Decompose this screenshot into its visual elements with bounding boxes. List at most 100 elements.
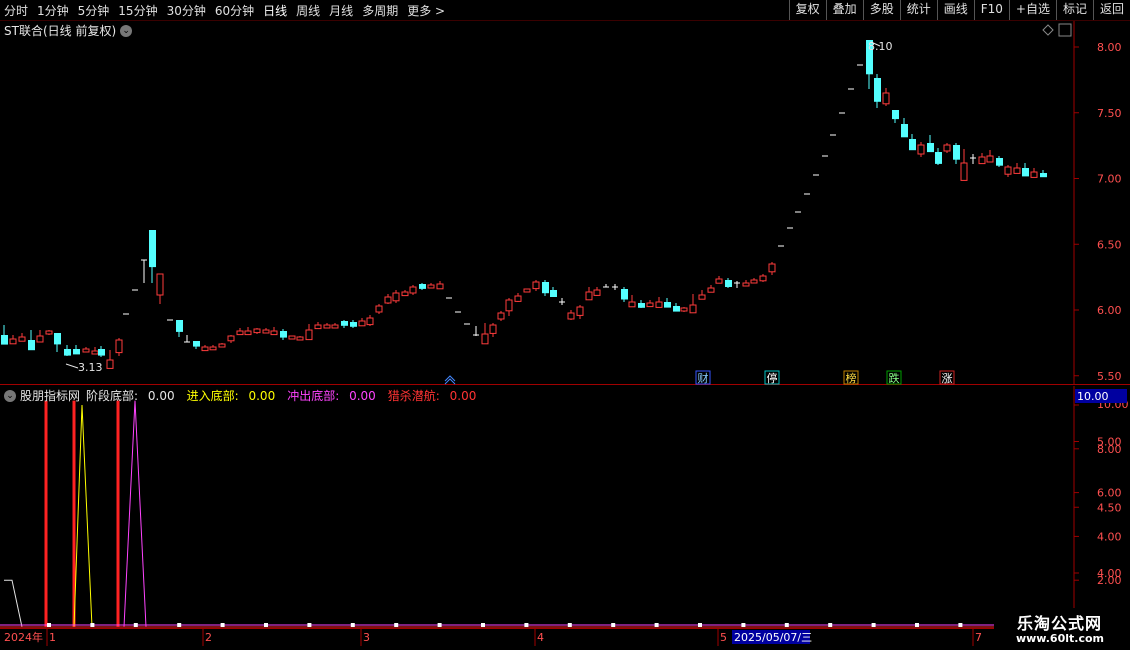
time-dot xyxy=(133,623,138,627)
time-dot xyxy=(220,623,225,627)
candle-body xyxy=(593,289,601,296)
candle-body xyxy=(218,343,226,348)
indicator-item-enter-bottom: 进入底部: 0.00 xyxy=(187,387,282,404)
time-axis-label: 5 xyxy=(720,631,727,644)
candle-body xyxy=(646,302,654,308)
candle-body xyxy=(201,346,209,352)
indicator-menu-icon[interactable]: ⌄ xyxy=(4,389,16,402)
event-marker-label[interactable]: 跌 xyxy=(889,371,900,385)
time-dot xyxy=(350,623,355,627)
candlesticks xyxy=(1,40,1047,369)
candle-body xyxy=(392,292,400,302)
time-dot xyxy=(784,623,789,627)
candle-body xyxy=(106,359,114,369)
candle-body xyxy=(497,312,505,320)
time-dot xyxy=(307,623,312,627)
candle-body xyxy=(673,306,680,312)
item-label: 阶段底部: xyxy=(86,389,139,403)
candle-body xyxy=(270,330,278,336)
time-axis-label: 2 xyxy=(205,631,212,644)
candle-body xyxy=(341,321,348,326)
candle-body xyxy=(419,284,426,289)
candle-body xyxy=(680,307,688,312)
time-dot xyxy=(481,623,485,627)
candle-body xyxy=(350,322,357,327)
candle-body xyxy=(655,301,663,308)
candle-body xyxy=(917,144,925,155)
candle-body xyxy=(98,349,105,356)
candle-body xyxy=(768,263,776,273)
enter-bottom-line xyxy=(73,404,93,628)
time-dot xyxy=(828,623,833,627)
candle-body xyxy=(91,350,99,355)
price-tick-label: 6.00 xyxy=(1097,304,1122,317)
candle-body xyxy=(909,139,916,151)
time-dot xyxy=(958,623,963,627)
time-dot xyxy=(611,623,616,627)
candle-body xyxy=(1,335,8,345)
time-dot xyxy=(394,623,399,627)
candle-body xyxy=(523,288,531,293)
candle-body xyxy=(36,335,44,343)
indicator-item-hunt: 猎杀潜航: 0.00 xyxy=(388,387,483,404)
stock-name-period: ST联合(日线 前复权) xyxy=(4,24,117,38)
candle-body xyxy=(409,286,417,294)
panel-resize-icon[interactable] xyxy=(1058,23,1072,37)
candle-body xyxy=(253,328,261,334)
candle-body xyxy=(742,282,750,287)
chevron-down-icon[interactable]: ⌄ xyxy=(120,24,133,37)
candle-body xyxy=(436,283,444,290)
indicator-tick-label: 6.00 xyxy=(1097,487,1122,500)
candle-body xyxy=(489,324,497,334)
time-axis-label: 3 xyxy=(363,631,370,644)
low-price-label: 3.13 xyxy=(78,361,103,374)
item-value: 0.00 xyxy=(449,389,477,403)
time-dot xyxy=(915,623,919,627)
event-marker-label[interactable]: 停 xyxy=(767,371,778,385)
candle-body xyxy=(1030,171,1038,178)
time-axis-label: 1 xyxy=(49,631,56,644)
candle-body xyxy=(193,341,200,347)
candle-body xyxy=(996,158,1003,166)
candle-body xyxy=(935,152,942,164)
indicator-item-stage-bottom: 阶段底部: 0.00 xyxy=(86,387,181,404)
chart-canvas: 8.007.507.006.506.005.505.004.504.003.50… xyxy=(0,21,1130,646)
candle-body xyxy=(953,145,960,160)
candle-body xyxy=(375,305,383,313)
candle-body xyxy=(576,306,584,316)
candle-body xyxy=(585,291,593,301)
diamond-icon[interactable] xyxy=(1042,24,1054,36)
item-value: 0.00 xyxy=(147,389,175,403)
time-dot xyxy=(47,623,51,627)
candle-body xyxy=(1022,168,1029,177)
candle-body xyxy=(532,281,540,290)
candle-body xyxy=(567,312,575,320)
indicator-tick-label: 2.00 xyxy=(1097,574,1122,587)
event-marker-label[interactable]: 榜 xyxy=(846,371,857,385)
price-tick-label: 7.50 xyxy=(1097,107,1122,120)
time-dot xyxy=(264,623,268,627)
candle-body xyxy=(236,330,244,336)
event-marker-label[interactable]: 涨 xyxy=(942,372,953,385)
price-tick-label: 5.50 xyxy=(1097,370,1122,383)
candle-body xyxy=(9,338,17,345)
event-markers: 财停榜跌涨 xyxy=(695,370,955,385)
candle-body xyxy=(280,331,287,338)
candle-body xyxy=(296,336,304,341)
candle-body xyxy=(401,291,409,297)
low-price-pointer xyxy=(65,363,79,369)
candle-body xyxy=(331,324,339,329)
event-marker-label[interactable]: 财 xyxy=(698,371,709,385)
indicator-tick-label: 8.00 xyxy=(1097,443,1122,456)
time-dot xyxy=(567,623,572,627)
price-tick-label: 6.50 xyxy=(1097,238,1122,251)
candle-body xyxy=(366,317,374,326)
time-axis-label: 2024年 xyxy=(4,630,43,644)
candle-body xyxy=(882,92,890,105)
item-value: 0.00 xyxy=(349,389,376,403)
candle-body xyxy=(64,349,71,356)
watermark-title: 乐淘公式网 xyxy=(1016,614,1102,633)
candle-body xyxy=(874,78,881,102)
time-dot xyxy=(437,623,442,627)
candle-body xyxy=(505,299,513,312)
